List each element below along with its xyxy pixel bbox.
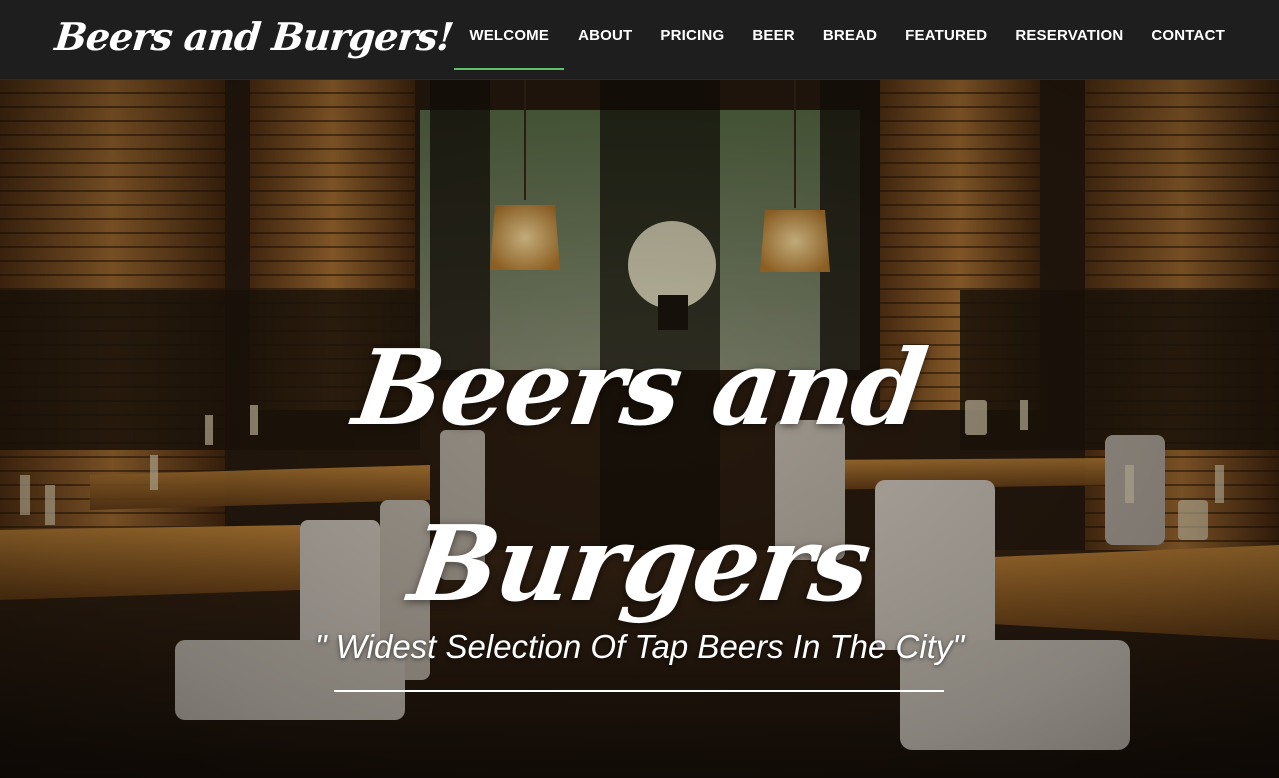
nav-reservation[interactable]: RESERVATION bbox=[1001, 0, 1137, 70]
nav-beer[interactable]: BEER bbox=[738, 0, 808, 70]
nav-welcome[interactable]: WELCOME bbox=[454, 0, 564, 70]
nav-pricing[interactable]: PRICING bbox=[646, 0, 738, 70]
hero-title-line-1: Beers and bbox=[347, 326, 932, 449]
hero-title-line-2: Burgers bbox=[402, 502, 877, 625]
hero-divider bbox=[334, 690, 944, 692]
hero-title: Beers and Burgers bbox=[0, 300, 1279, 652]
main-nav: WELCOME ABOUT PRICING BEER BREAD FEATURE… bbox=[454, 0, 1239, 80]
nav-featured[interactable]: FEATURED bbox=[891, 0, 1001, 70]
nav-contact[interactable]: CONTACT bbox=[1137, 0, 1239, 70]
nav-bread[interactable]: BREAD bbox=[809, 0, 891, 70]
navbar: Beers and Burgers! WELCOME ABOUT PRICING… bbox=[0, 0, 1279, 80]
nav-about[interactable]: ABOUT bbox=[564, 0, 646, 70]
hero-tagline: " Widest Selection Of Tap Beers In The C… bbox=[314, 628, 965, 665]
brand-logo[interactable]: Beers and Burgers! bbox=[53, 14, 456, 59]
hero-section: Beers and Burgers " Widest Selection Of … bbox=[0, 80, 1279, 778]
page: Beers and Burgers! WELCOME ABOUT PRICING… bbox=[0, 0, 1279, 778]
